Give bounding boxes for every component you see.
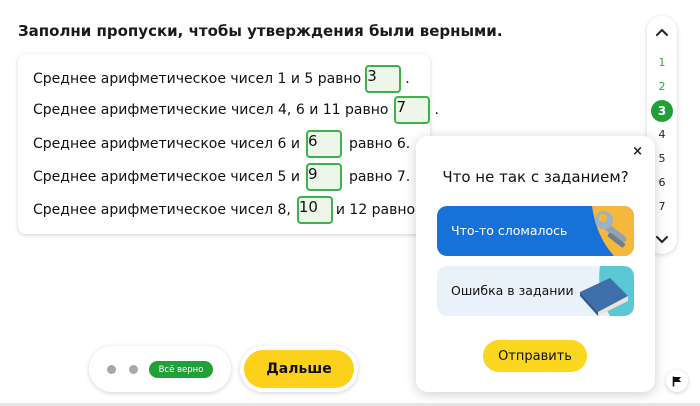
task-number-2[interactable]: 2 — [651, 75, 673, 97]
statement-row: Среднее арифметическое чисел 6 и 6 равно… — [33, 130, 410, 158]
task-number-1[interactable]: 1 — [651, 51, 673, 73]
statement-text: . — [405, 71, 410, 87]
statement-text: Среднее арифметическое чисел 5 и — [33, 169, 300, 185]
close-icon[interactable]: × — [632, 144, 643, 159]
popup-title: Что не так с заданием? — [442, 168, 629, 186]
statement-row: Среднее арифметические чисел 4, 6 и 11 р… — [33, 96, 439, 124]
statement-text: . — [434, 102, 439, 118]
progress-dot — [129, 365, 138, 374]
book-icon — [580, 266, 634, 316]
statement-text: Среднее арифметические чисел 4, 6 и 11 р… — [33, 102, 389, 118]
answer-field[interactable]: 10 — [296, 196, 333, 224]
statement-text: Среднее арифметическое чисел 1 и 5 равно — [33, 71, 362, 87]
option-label: Что-то сломалось — [451, 223, 568, 238]
progress-dot — [107, 365, 116, 374]
statement-row: Среднее арифметическое чисел 8, 10 и 12 … — [33, 196, 442, 224]
statement-text: равно 6. — [348, 136, 411, 152]
statement-text: Среднее арифметическое чисел 8, — [33, 202, 291, 218]
status-badge: Всё верно — [149, 361, 213, 378]
statement-row: Среднее арифметическое чисел 5 и 9 равно… — [33, 163, 410, 191]
task-card: Среднее арифметическое чисел 1 и 5 равно… — [18, 54, 442, 234]
task-error-option[interactable]: Ошибка в задании — [437, 266, 634, 316]
task-number-3[interactable]: 3 — [651, 100, 673, 122]
statement-text: Среднее арифметическое чисел 6 и — [33, 136, 300, 152]
flag-icon[interactable] — [666, 370, 688, 392]
send-button[interactable]: Отправить — [483, 340, 587, 372]
next-button[interactable]: Дальше — [240, 346, 358, 392]
answer-field[interactable]: 6 — [305, 130, 342, 158]
answer-field[interactable]: 3 — [365, 65, 402, 93]
progress-indicator: Всё верно — [89, 346, 231, 392]
instruction-text: Заполни пропуски, чтобы утверждения были… — [18, 22, 503, 40]
task-number-4[interactable]: 4 — [651, 123, 673, 145]
report-problem-popup: × Что не так с заданием? Что-то сломалос… — [416, 136, 655, 392]
answer-field[interactable]: 7 — [394, 96, 431, 124]
something-broke-option[interactable]: Что-то сломалось — [437, 206, 634, 256]
wrench-icon — [592, 206, 634, 256]
statement-text: равно 7. — [348, 169, 411, 185]
answer-field[interactable]: 9 — [305, 163, 342, 191]
statement-row: Среднее арифметическое чисел 1 и 5 равно… — [33, 65, 410, 93]
next-button-label: Дальше — [244, 350, 354, 388]
option-label: Ошибка в задании — [451, 283, 574, 298]
chevron-up-icon[interactable] — [647, 21, 677, 43]
